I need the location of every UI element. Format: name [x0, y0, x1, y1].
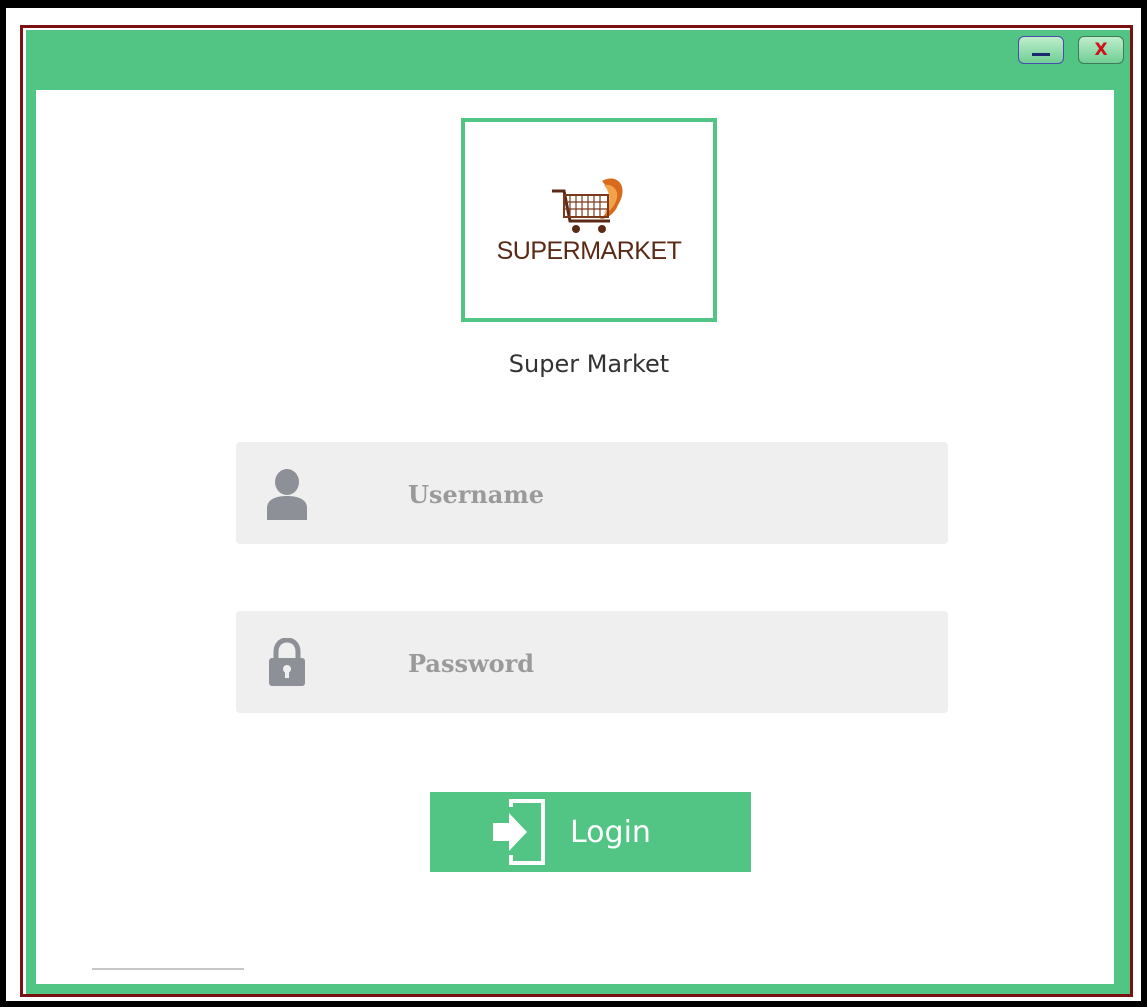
- user-icon: [264, 468, 310, 520]
- password-field[interactable]: [236, 611, 948, 713]
- close-icon: X: [1094, 39, 1108, 60]
- minimize-icon: [1032, 52, 1050, 56]
- password-input[interactable]: [406, 637, 910, 689]
- login-window: X SUPERMARKET Super Market Username Logi…: [26, 30, 1130, 994]
- shopping-cart-icon: [552, 177, 623, 233]
- supermarket-logo: SUPERMARKET: [461, 118, 717, 322]
- divider: [92, 968, 244, 970]
- title-bar[interactable]: X: [26, 30, 1130, 90]
- app-title: Super Market: [508, 350, 670, 378]
- login-button[interactable]: Login: [430, 792, 751, 872]
- minimize-button[interactable]: [1018, 36, 1064, 64]
- username-field[interactable]: [236, 442, 948, 544]
- username-input[interactable]: [406, 468, 910, 520]
- close-button[interactable]: X: [1078, 36, 1124, 64]
- logo-text: SUPERMARKET: [496, 236, 682, 265]
- login-panel: SUPERMARKET Super Market Username Login: [36, 90, 1114, 984]
- login-button-label: Login: [570, 814, 651, 850]
- lock-icon: [264, 637, 310, 689]
- login-icon: [488, 797, 550, 867]
